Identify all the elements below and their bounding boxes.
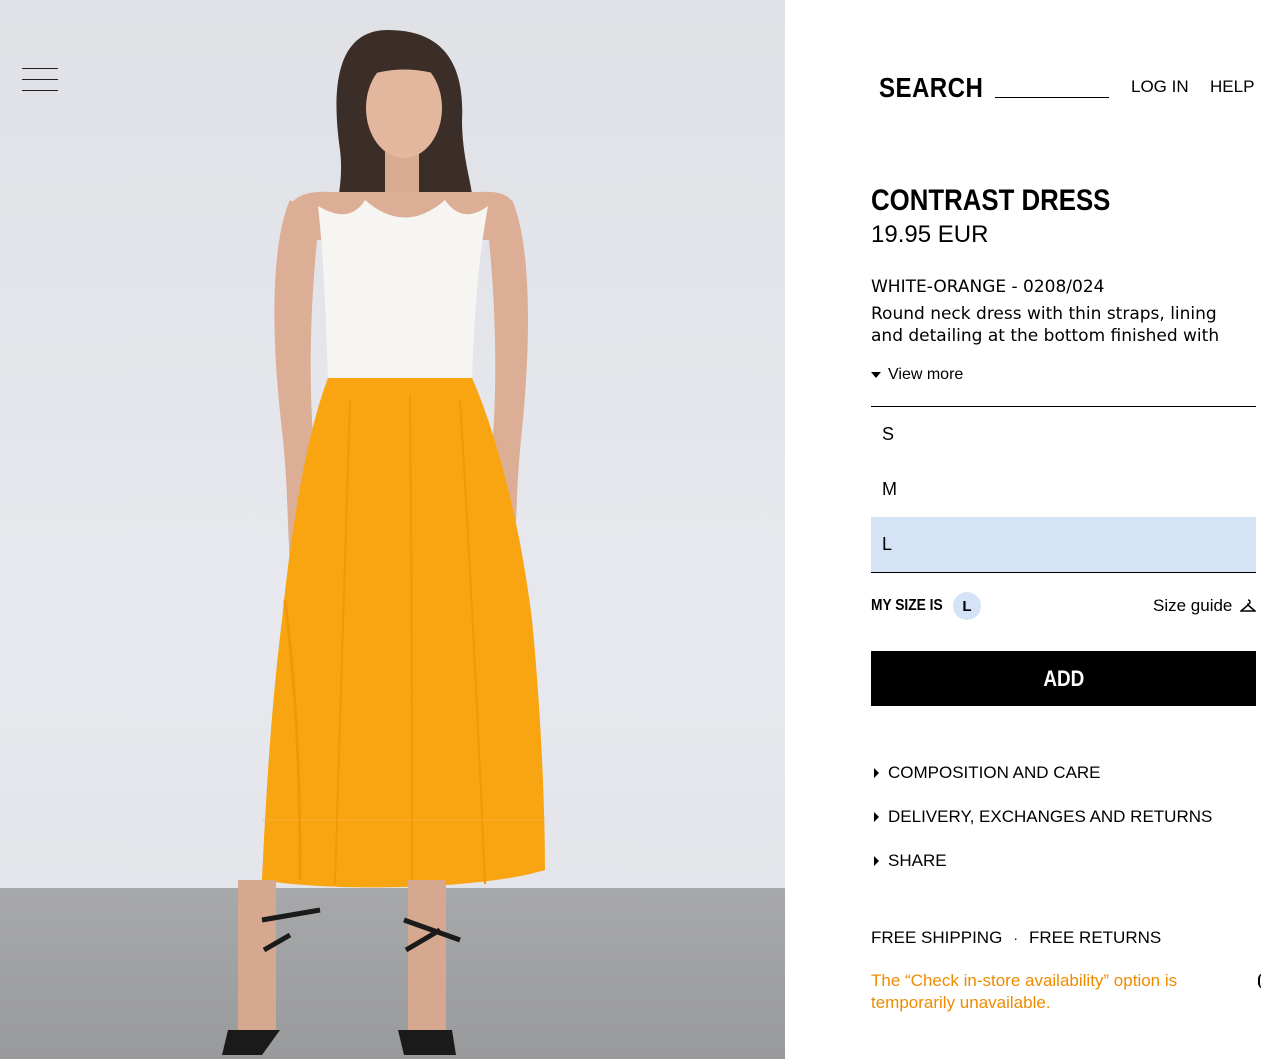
- my-size-indicator: MY SIZE IS L: [871, 592, 981, 620]
- caret-right-icon: [874, 856, 879, 866]
- add-to-cart-button[interactable]: ADD: [871, 651, 1256, 706]
- view-more-link[interactable]: View more: [871, 366, 963, 384]
- search-input[interactable]: [995, 74, 1109, 98]
- accordion-label: COMPOSITION AND CARE: [888, 763, 1101, 782]
- accordion-share[interactable]: SHARE: [871, 851, 947, 871]
- product-photo[interactable]: [0, 0, 785, 1059]
- hanger-icon: [1240, 599, 1257, 612]
- size-option-m[interactable]: M: [871, 462, 1256, 517]
- view-more-label: View more: [888, 366, 964, 383]
- availability-notice: The “Check in-store availability” option…: [871, 971, 1178, 1012]
- login-link[interactable]: LOG IN: [1131, 77, 1189, 97]
- hamburger-menu-icon[interactable]: [22, 68, 58, 92]
- size-selector: S M L: [871, 406, 1256, 573]
- free-returns-text: FREE RETURNS: [1028, 928, 1162, 947]
- product-price: 19.95 EUR: [871, 221, 989, 248]
- free-shipping-text: FREE SHIPPING: [871, 928, 1003, 947]
- menu-line: [22, 79, 58, 80]
- size-option-s[interactable]: S: [871, 407, 1256, 462]
- size-guide-label: Size guide: [1153, 596, 1233, 615]
- model-figure: [222, 30, 545, 1055]
- size-option-l[interactable]: L: [871, 517, 1256, 572]
- product-color-reference: WHITE-ORANGE - 0208/024: [871, 277, 1105, 297]
- menu-line: [22, 68, 58, 69]
- help-link[interactable]: HELP: [1210, 77, 1254, 97]
- accordion-delivery-exchanges-returns[interactable]: DELIVERY, EXCHANGES AND RETURNS: [871, 807, 1212, 827]
- accordion-composition-and-care[interactable]: COMPOSITION AND CARE: [871, 763, 1101, 783]
- accordion-label: SHARE: [888, 851, 947, 870]
- my-size-badge[interactable]: L: [953, 592, 981, 620]
- my-size-label: MY SIZE IS: [871, 597, 943, 614]
- caret-right-icon: [874, 768, 879, 778]
- menu-line: [22, 90, 58, 91]
- caret-right-icon: [874, 812, 879, 822]
- product-info-panel: SEARCH LOG IN HELP CONTRAST DRESS 19.95 …: [785, 0, 1261, 1059]
- product-description: Round neck dress with thin straps, linin…: [871, 304, 1220, 346]
- caret-down-icon: [871, 372, 881, 378]
- add-button-label: ADD: [1042, 665, 1084, 691]
- shipping-info: FREE SHIPPING · FREE RETURNS: [871, 928, 1161, 948]
- search-label[interactable]: SEARCH: [879, 72, 983, 104]
- product-title: CONTRAST DRESS: [871, 184, 1111, 217]
- accordion-label: DELIVERY, EXCHANGES AND RETURNS: [888, 807, 1213, 826]
- separator-dot: ·: [1013, 930, 1018, 946]
- size-guide-link[interactable]: Size guide: [1153, 596, 1257, 616]
